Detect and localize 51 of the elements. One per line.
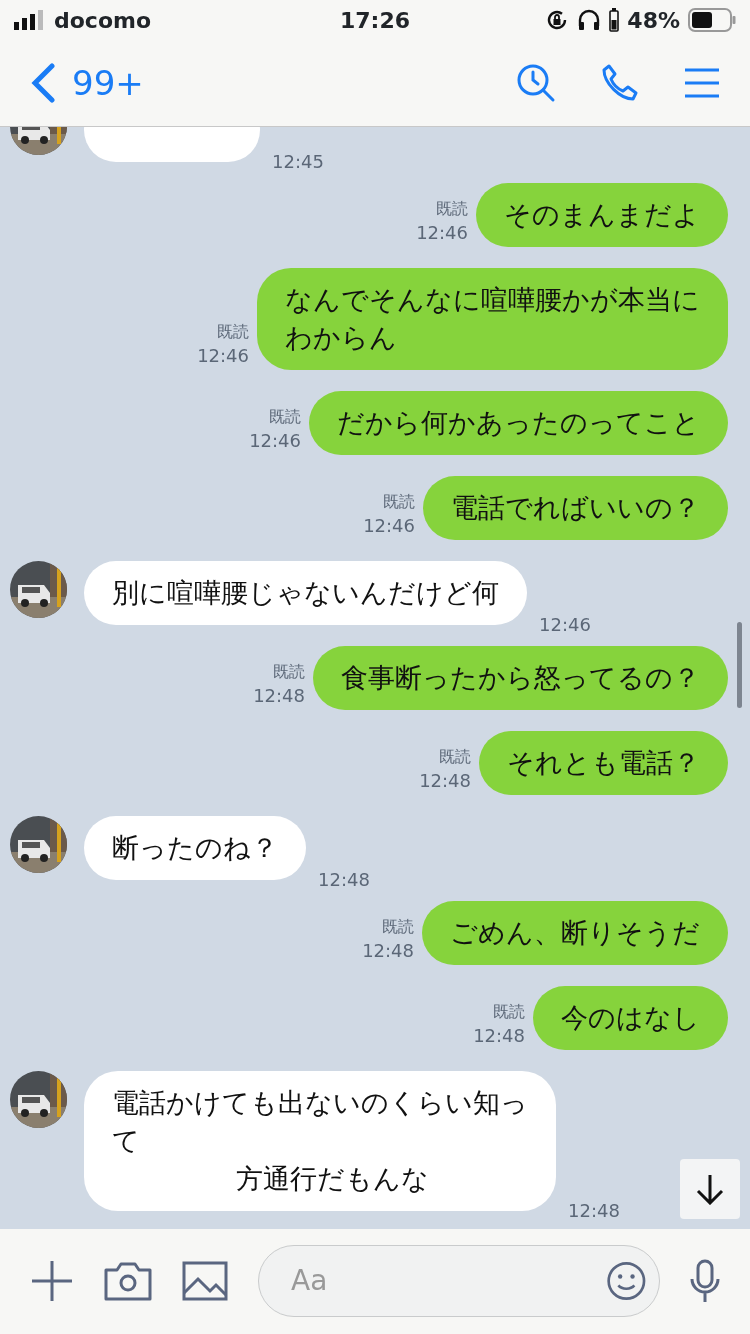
message-field[interactable]: Aa <box>258 1244 660 1317</box>
read-receipt: 既読 <box>382 916 414 938</box>
read-receipt: 既読 <box>217 321 249 343</box>
read-receipt: 既読 <box>436 198 468 220</box>
message-bubble: それとも電話？ <box>479 731 728 795</box>
status-time: 17:26 <box>340 6 410 35</box>
message-time: 12:48 <box>473 1024 525 1048</box>
read-receipt: 既読 <box>439 746 471 768</box>
message-time: 12:48 <box>362 939 414 963</box>
camera-icon[interactable] <box>104 1260 152 1301</box>
menu-icon[interactable] <box>684 67 720 99</box>
message-bubble: だから何かあったのってこと <box>309 391 728 455</box>
image-icon[interactable] <box>182 1260 228 1301</box>
message-bubble: 電話かけても出ないのくらい知っ て 方通行だもんな <box>84 1071 556 1211</box>
carrier-name: docomo <box>54 6 152 35</box>
message-bubble: ごめん、断りそうだ <box>422 901 728 965</box>
message-time: 12:48 <box>253 684 305 708</box>
message-time: 12:48 <box>568 1199 620 1223</box>
read-receipt: 既読 <box>493 1001 525 1023</box>
message-bubble: 電話でればいいの？ <box>423 476 728 540</box>
message-time: 12:45 <box>272 150 324 174</box>
battery-icon <box>688 8 736 32</box>
charging-icon <box>609 8 620 32</box>
message-time: 12:46 <box>249 429 301 453</box>
message-bubble: 別に喧嘩腰じゃないんだけど何 <box>84 561 527 625</box>
microphone-icon[interactable] <box>690 1258 720 1303</box>
headphones-icon <box>577 8 602 32</box>
message-time: 12:46 <box>539 613 591 637</box>
message-bubble: 食事断ったから怒ってるの？ <box>313 646 728 710</box>
read-receipt: 既読 <box>383 491 415 513</box>
message-time: 12:48 <box>419 769 471 793</box>
back-button[interactable]: 99+ <box>30 57 144 109</box>
message-bubble: 今のはなし <box>533 986 728 1050</box>
message-time: 12:46 <box>363 514 415 538</box>
message-bubble: 断ったのね？ <box>84 816 306 880</box>
message-bubble: なんでそんなに喧嘩腰かが本当に わからん <box>257 268 728 370</box>
read-receipt: 既読 <box>269 406 301 428</box>
battery-percent: 48% <box>627 6 680 35</box>
search-history-icon[interactable] <box>516 63 556 103</box>
message-bubble: そのまんまだよ <box>476 183 728 247</box>
message-input[interactable]: Aa <box>289 1258 607 1303</box>
arrow-down-icon <box>695 1173 725 1205</box>
plus-icon[interactable] <box>30 1258 74 1303</box>
message-time: 12:46 <box>416 221 468 245</box>
message-time: 12:46 <box>197 344 249 368</box>
phone-icon[interactable] <box>600 63 640 103</box>
read-receipt: 既読 <box>273 661 305 683</box>
signal-icon <box>14 10 46 30</box>
message-time: 12:48 <box>318 868 370 892</box>
chevron-left-icon <box>30 63 56 103</box>
scroll-down-button[interactable] <box>680 1159 740 1219</box>
